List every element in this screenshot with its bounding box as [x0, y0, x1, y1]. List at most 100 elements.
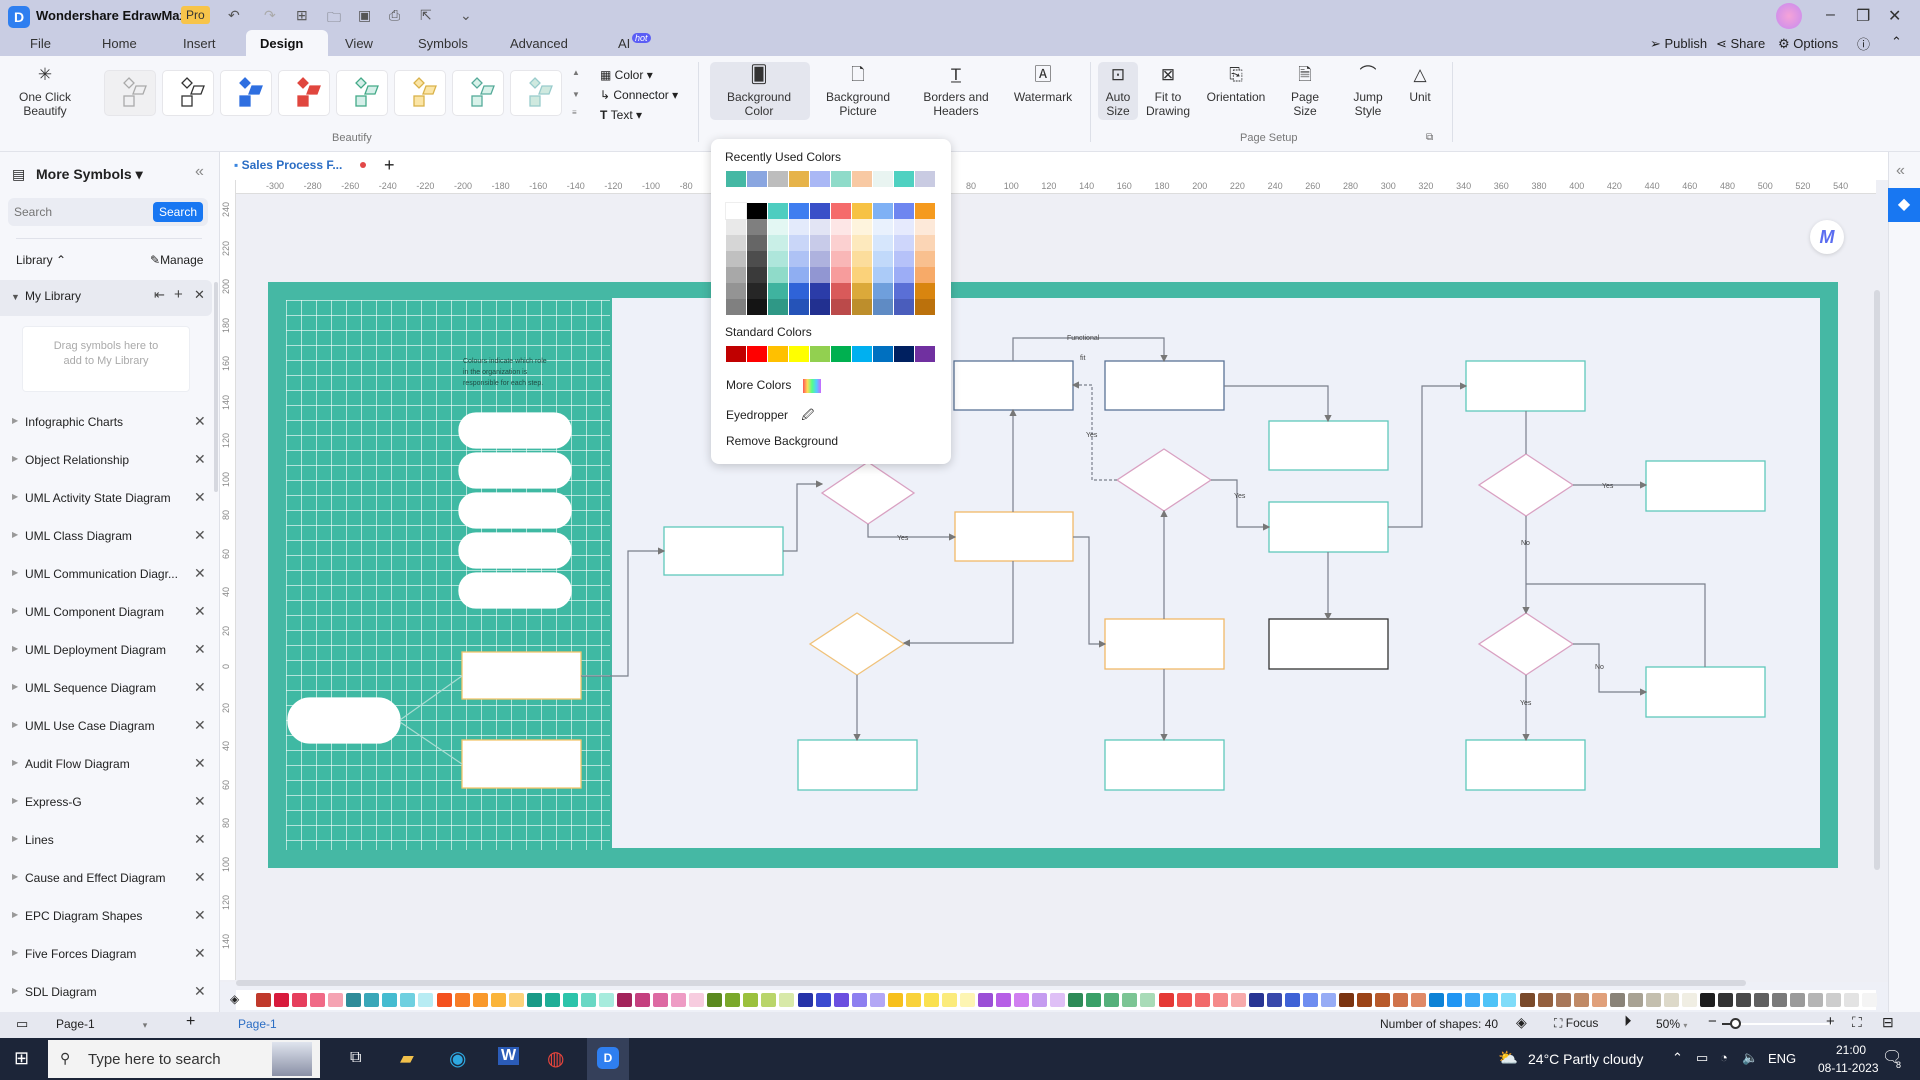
- library-item[interactable]: ▶ SDL Diagram ✕: [0, 974, 210, 1012]
- palette-color-swatch[interactable]: [1429, 993, 1445, 1007]
- palette-color-swatch[interactable]: [1266, 993, 1282, 1007]
- clock-time[interactable]: 21:00: [1836, 1043, 1866, 1057]
- palette-color-swatch[interactable]: [1609, 993, 1625, 1007]
- palette-color-swatch[interactable]: [274, 993, 290, 1007]
- palette-color-swatch[interactable]: [418, 993, 434, 1007]
- remove-library-icon[interactable]: ✕: [194, 527, 206, 544]
- new-tab-icon[interactable]: +: [384, 155, 395, 176]
- palette-color-swatch[interactable]: [1736, 993, 1752, 1007]
- recent-color-swatch[interactable]: [915, 171, 935, 187]
- theme-color-swatch[interactable]: [873, 203, 893, 219]
- palette-color-swatch[interactable]: [1068, 993, 1084, 1007]
- tab-ai[interactable]: AI: [618, 36, 630, 51]
- library-item[interactable]: ▶ UML Class Diagram ✕: [0, 518, 210, 556]
- palette-color-swatch[interactable]: [1230, 993, 1246, 1007]
- close-icon[interactable]: ✕: [194, 287, 205, 303]
- theme-color-swatch[interactable]: [789, 219, 809, 235]
- recent-color-swatch[interactable]: [873, 171, 893, 187]
- remove-library-icon[interactable]: ✕: [194, 869, 206, 886]
- vertical-scrollbar[interactable]: [1874, 290, 1880, 870]
- palette-color-swatch[interactable]: [1248, 993, 1264, 1007]
- standard-color-swatch[interactable]: [831, 346, 851, 362]
- theme-color-swatch[interactable]: [831, 251, 851, 267]
- tray-overflow-icon[interactable]: ⌃: [1672, 1050, 1683, 1066]
- symbol-search-input[interactable]: [14, 202, 144, 222]
- theme-color-swatch[interactable]: [894, 219, 914, 235]
- theme-color-swatch[interactable]: [831, 219, 851, 235]
- theme-color-swatch[interactable]: [852, 283, 872, 299]
- palette-color-swatch[interactable]: [1014, 993, 1030, 1007]
- sidebar-scrollbar[interactable]: [214, 282, 218, 492]
- play-icon[interactable]: ⏵: [1624, 1013, 1632, 1030]
- theme-color-swatch[interactable]: [852, 267, 872, 283]
- palette-color-swatch[interactable]: [382, 993, 398, 1007]
- theme-color-swatch[interactable]: [768, 283, 788, 299]
- color-dropdown[interactable]: ▦ Color ▾: [600, 68, 653, 82]
- remove-library-icon[interactable]: ✕: [194, 451, 206, 468]
- palette-color-swatch[interactable]: [1447, 993, 1463, 1007]
- palette-color-swatch[interactable]: [1501, 993, 1517, 1007]
- standard-color-swatch[interactable]: [747, 346, 767, 362]
- palette-color-swatch[interactable]: [1032, 993, 1048, 1007]
- remove-library-icon[interactable]: ✕: [194, 755, 206, 772]
- palette-color-swatch[interactable]: [978, 993, 993, 1007]
- theme-color-swatch[interactable]: [726, 251, 746, 267]
- connector-dropdown[interactable]: ↳ Connector ▾: [600, 88, 678, 102]
- theme-color-swatch[interactable]: [915, 283, 935, 299]
- theme-color-swatch[interactable]: [747, 299, 767, 315]
- theme-color-swatch[interactable]: [768, 235, 788, 251]
- library-item[interactable]: ▶ Express-G ✕: [0, 784, 210, 822]
- palette-color-swatch[interactable]: [454, 993, 470, 1007]
- palette-color-swatch[interactable]: [689, 993, 705, 1007]
- palette-color-swatch[interactable]: [1790, 993, 1806, 1007]
- palette-color-swatch[interactable]: [1158, 993, 1174, 1007]
- page-tab[interactable]: Page-1: [238, 1017, 277, 1031]
- theme-color-swatch[interactable]: [768, 203, 788, 219]
- palette-color-swatch[interactable]: [1537, 993, 1553, 1007]
- weather-icon[interactable]: ⛅: [1498, 1048, 1518, 1068]
- fit-page-icon[interactable]: ⛶: [1852, 1014, 1862, 1031]
- palette-color-swatch[interactable]: [1122, 993, 1138, 1007]
- theme-color-swatch[interactable]: [789, 283, 809, 299]
- library-item[interactable]: ▶ Infographic Charts ✕: [0, 404, 210, 442]
- theme-color-swatch[interactable]: [725, 202, 747, 220]
- theme-color-swatch[interactable]: [873, 283, 893, 299]
- palette-color-swatch[interactable]: [400, 993, 416, 1007]
- save-icon[interactable]: ▣: [358, 7, 371, 24]
- palette-color-swatch[interactable]: [1393, 993, 1409, 1007]
- theme-color-swatch[interactable]: [810, 251, 830, 267]
- focus-button[interactable]: ⛶ Focus: [1554, 1016, 1598, 1031]
- recent-color-swatch[interactable]: [768, 171, 788, 187]
- remove-library-icon[interactable]: ✕: [194, 413, 206, 430]
- library-item[interactable]: ▶ UML Communication Diagr... ✕: [0, 556, 210, 594]
- page-view-icon[interactable]: ▭: [16, 1016, 28, 1032]
- weather-text[interactable]: 24°C Partly cloudy: [1528, 1051, 1643, 1067]
- theme-color-swatch[interactable]: [726, 267, 746, 283]
- palette-color-swatch[interactable]: [1862, 993, 1878, 1007]
- standard-color-swatch[interactable]: [810, 346, 830, 362]
- theme-color-swatch[interactable]: [810, 203, 830, 219]
- background-color-button[interactable]: 🂠 Background Color: [712, 66, 806, 118]
- palette-color-swatch[interactable]: [1826, 993, 1842, 1007]
- palette-color-swatch[interactable]: [1339, 993, 1354, 1007]
- palette-color-swatch[interactable]: [1465, 993, 1481, 1007]
- palette-color-swatch[interactable]: [1772, 993, 1788, 1007]
- palette-color-swatch[interactable]: [869, 993, 885, 1007]
- palette-color-swatch[interactable]: [1176, 993, 1192, 1007]
- theme-color-swatch[interactable]: [726, 283, 746, 299]
- theme-color-swatch[interactable]: [831, 299, 851, 315]
- theme-color-swatch[interactable]: [915, 203, 935, 219]
- palette-color-swatch[interactable]: [1844, 993, 1860, 1007]
- theme-color-swatch[interactable]: [873, 219, 893, 235]
- palette-color-swatch[interactable]: [905, 993, 921, 1007]
- chrome-icon[interactable]: ◍: [547, 1046, 564, 1071]
- palette-color-swatch[interactable]: [833, 993, 849, 1007]
- theme-color-swatch[interactable]: [915, 299, 935, 315]
- library-item[interactable]: ▶ Object Relationship ✕: [0, 442, 210, 480]
- standard-color-swatch[interactable]: [894, 346, 914, 362]
- palette-color-swatch[interactable]: [635, 993, 651, 1007]
- meet-icon[interactable]: ▭: [1696, 1050, 1708, 1066]
- palette-color-swatch[interactable]: [1050, 993, 1066, 1007]
- theme-color-swatch[interactable]: [747, 251, 767, 267]
- library-item[interactable]: ▶ Audit Flow Diagram ✕: [0, 746, 210, 784]
